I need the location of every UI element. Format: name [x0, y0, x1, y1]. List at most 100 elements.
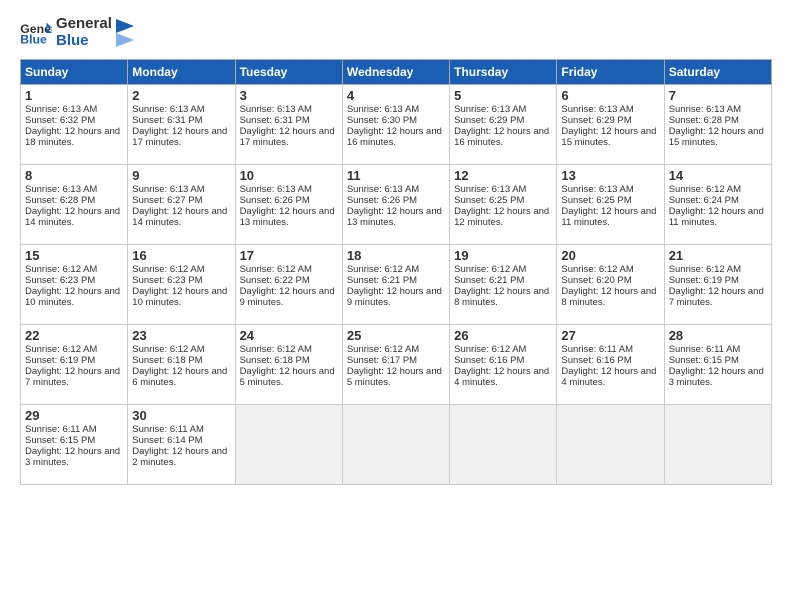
day-number: 4 [347, 88, 445, 103]
calendar-cell: 12Sunrise: 6:13 AMSunset: 6:25 PMDayligh… [450, 165, 557, 245]
calendar-cell: 21Sunrise: 6:12 AMSunset: 6:19 PMDayligh… [664, 245, 771, 325]
calendar-cell: 3Sunrise: 6:13 AMSunset: 6:31 PMDaylight… [235, 85, 342, 165]
daylight-label: Daylight: 12 hours and 13 minutes. [240, 206, 335, 228]
day-number: 14 [669, 168, 767, 183]
day-number: 21 [669, 248, 767, 263]
day-number: 26 [454, 328, 552, 343]
calendar-cell: 28Sunrise: 6:11 AMSunset: 6:15 PMDayligh… [664, 325, 771, 405]
week-row-4: 22Sunrise: 6:12 AMSunset: 6:19 PMDayligh… [21, 325, 772, 405]
daylight-label: Daylight: 12 hours and 12 minutes. [454, 206, 549, 228]
sunset-label: Sunset: 6:26 PM [347, 195, 417, 206]
calendar-cell [235, 405, 342, 485]
daylight-label: Daylight: 12 hours and 4 minutes. [561, 366, 656, 388]
sunset-label: Sunset: 6:14 PM [132, 435, 202, 446]
sunset-label: Sunset: 6:16 PM [561, 355, 631, 366]
logo-icon: General Blue [20, 19, 52, 47]
daylight-label: Daylight: 12 hours and 10 minutes. [25, 286, 120, 308]
day-number: 13 [561, 168, 659, 183]
day-number: 30 [132, 408, 230, 423]
calendar-cell: 1Sunrise: 6:13 AMSunset: 6:32 PMDaylight… [21, 85, 128, 165]
week-row-1: 1Sunrise: 6:13 AMSunset: 6:32 PMDaylight… [21, 85, 772, 165]
daylight-label: Daylight: 12 hours and 16 minutes. [347, 126, 442, 148]
day-header-tuesday: Tuesday [235, 60, 342, 85]
sunset-label: Sunset: 6:17 PM [347, 355, 417, 366]
sunrise-label: Sunrise: 6:12 AM [25, 264, 97, 275]
calendar-cell: 9Sunrise: 6:13 AMSunset: 6:27 PMDaylight… [128, 165, 235, 245]
day-number: 27 [561, 328, 659, 343]
daylight-label: Daylight: 12 hours and 9 minutes. [240, 286, 335, 308]
day-number: 16 [132, 248, 230, 263]
day-header-saturday: Saturday [664, 60, 771, 85]
day-header-thursday: Thursday [450, 60, 557, 85]
day-number: 8 [25, 168, 123, 183]
day-number: 2 [132, 88, 230, 103]
calendar-cell: 24Sunrise: 6:12 AMSunset: 6:18 PMDayligh… [235, 325, 342, 405]
calendar-cell: 4Sunrise: 6:13 AMSunset: 6:30 PMDaylight… [342, 85, 449, 165]
sunset-label: Sunset: 6:30 PM [347, 115, 417, 126]
sunrise-label: Sunrise: 6:12 AM [132, 344, 204, 355]
daylight-label: Daylight: 12 hours and 11 minutes. [669, 206, 764, 228]
daylight-label: Daylight: 12 hours and 2 minutes. [132, 446, 227, 468]
calendar-cell: 23Sunrise: 6:12 AMSunset: 6:18 PMDayligh… [128, 325, 235, 405]
sunset-label: Sunset: 6:23 PM [25, 275, 95, 286]
sunset-label: Sunset: 6:19 PM [25, 355, 95, 366]
calendar-cell [664, 405, 771, 485]
calendar-cell: 6Sunrise: 6:13 AMSunset: 6:29 PMDaylight… [557, 85, 664, 165]
sunset-label: Sunset: 6:32 PM [25, 115, 95, 126]
daylight-label: Daylight: 12 hours and 17 minutes. [240, 126, 335, 148]
calendar-cell: 26Sunrise: 6:12 AMSunset: 6:16 PMDayligh… [450, 325, 557, 405]
daylight-label: Daylight: 12 hours and 15 minutes. [669, 126, 764, 148]
sunset-label: Sunset: 6:26 PM [240, 195, 310, 206]
svg-text:Blue: Blue [20, 32, 47, 46]
sunrise-label: Sunrise: 6:12 AM [454, 264, 526, 275]
day-number: 28 [669, 328, 767, 343]
sunrise-label: Sunrise: 6:13 AM [454, 184, 526, 195]
day-number: 5 [454, 88, 552, 103]
calendar-cell: 18Sunrise: 6:12 AMSunset: 6:21 PMDayligh… [342, 245, 449, 325]
daylight-label: Daylight: 12 hours and 17 minutes. [132, 126, 227, 148]
day-number: 6 [561, 88, 659, 103]
day-number: 29 [25, 408, 123, 423]
sunrise-label: Sunrise: 6:13 AM [25, 184, 97, 195]
sunset-label: Sunset: 6:21 PM [347, 275, 417, 286]
sunrise-label: Sunrise: 6:12 AM [347, 264, 419, 275]
daylight-label: Daylight: 12 hours and 7 minutes. [25, 366, 120, 388]
calendar-cell: 7Sunrise: 6:13 AMSunset: 6:28 PMDaylight… [664, 85, 771, 165]
week-row-3: 15Sunrise: 6:12 AMSunset: 6:23 PMDayligh… [21, 245, 772, 325]
sunset-label: Sunset: 6:29 PM [561, 115, 631, 126]
sunrise-label: Sunrise: 6:13 AM [561, 184, 633, 195]
daylight-label: Daylight: 12 hours and 5 minutes. [347, 366, 442, 388]
sunrise-label: Sunrise: 6:12 AM [347, 344, 419, 355]
day-number: 17 [240, 248, 338, 263]
sunrise-label: Sunrise: 6:13 AM [132, 184, 204, 195]
daylight-label: Daylight: 12 hours and 3 minutes. [669, 366, 764, 388]
sunset-label: Sunset: 6:18 PM [240, 355, 310, 366]
day-number: 10 [240, 168, 338, 183]
day-number: 15 [25, 248, 123, 263]
calendar-table: SundayMondayTuesdayWednesdayThursdayFrid… [20, 59, 772, 485]
day-number: 7 [669, 88, 767, 103]
sunset-label: Sunset: 6:18 PM [132, 355, 202, 366]
calendar-cell: 27Sunrise: 6:11 AMSunset: 6:16 PMDayligh… [557, 325, 664, 405]
calendar-cell: 5Sunrise: 6:13 AMSunset: 6:29 PMDaylight… [450, 85, 557, 165]
day-number: 1 [25, 88, 123, 103]
sunset-label: Sunset: 6:31 PM [132, 115, 202, 126]
daylight-label: Daylight: 12 hours and 14 minutes. [132, 206, 227, 228]
sunrise-label: Sunrise: 6:12 AM [240, 264, 312, 275]
sunset-label: Sunset: 6:28 PM [669, 115, 739, 126]
daylight-label: Daylight: 12 hours and 14 minutes. [25, 206, 120, 228]
sunrise-label: Sunrise: 6:11 AM [669, 344, 741, 355]
calendar-cell: 25Sunrise: 6:12 AMSunset: 6:17 PMDayligh… [342, 325, 449, 405]
sunrise-label: Sunrise: 6:11 AM [561, 344, 633, 355]
daylight-label: Daylight: 12 hours and 13 minutes. [347, 206, 442, 228]
daylight-label: Daylight: 12 hours and 15 minutes. [561, 126, 656, 148]
calendar-cell: 17Sunrise: 6:12 AMSunset: 6:22 PMDayligh… [235, 245, 342, 325]
sunset-label: Sunset: 6:20 PM [561, 275, 631, 286]
sunset-label: Sunset: 6:29 PM [454, 115, 524, 126]
daylight-label: Daylight: 12 hours and 7 minutes. [669, 286, 764, 308]
week-row-5: 29Sunrise: 6:11 AMSunset: 6:15 PMDayligh… [21, 405, 772, 485]
day-number: 9 [132, 168, 230, 183]
sunset-label: Sunset: 6:27 PM [132, 195, 202, 206]
calendar-cell: 29Sunrise: 6:11 AMSunset: 6:15 PMDayligh… [21, 405, 128, 485]
day-number: 18 [347, 248, 445, 263]
